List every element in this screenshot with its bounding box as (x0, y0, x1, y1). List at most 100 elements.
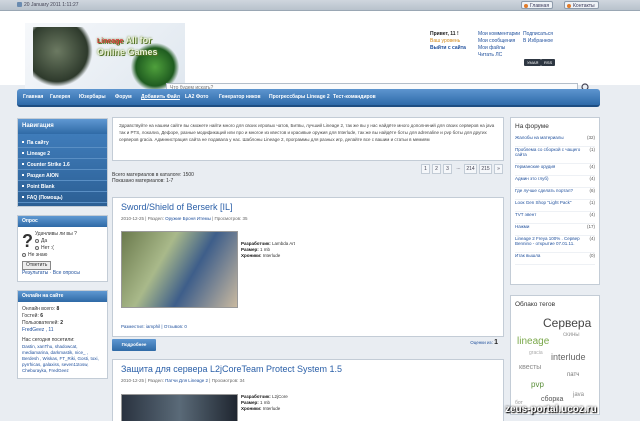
menu-item-aion[interactable]: Раздел AION (18, 170, 107, 181)
post-category-link[interactable]: Оружие Броня Итемы (165, 216, 211, 221)
forum-topic[interactable]: Нажми (17) (515, 224, 595, 236)
menu-item-faq[interactable]: FAQ (Помощь) (18, 192, 107, 203)
feed-button-1[interactable]: УМАЯ (524, 59, 542, 66)
post-title[interactable]: Защита для сервера L2jCoreTeam Protect S… (121, 364, 342, 374)
page-ellipsis: ... (456, 165, 461, 171)
tag-link[interactable]: скины (563, 332, 580, 338)
menu-item-site[interactable]: Па сайту (18, 137, 107, 148)
online-body: Онлайн всего: 8 Гостей: 6 Пользователей:… (18, 302, 107, 378)
post-category-link[interactable]: Патчи Для Lineage 2 (165, 378, 208, 383)
today-visitors-list[interactable]: Dastin, xanThu, shadowcat, mediamarina, … (22, 344, 103, 374)
page-1[interactable]: 1 (421, 164, 430, 174)
nav-nick-generator[interactable]: Генератор ников (219, 94, 261, 100)
poll-question: Удачливы ли вы ? (35, 231, 77, 237)
page-3[interactable]: 3 (443, 164, 452, 174)
today-label: Нас сегодня посетили: (22, 337, 75, 343)
radio-no[interactable] (35, 245, 39, 250)
tag-link[interactable]: lineage (517, 336, 549, 347)
rating-info: Оценки из: 1 (470, 339, 498, 346)
my-files-link[interactable]: Мои файлы (478, 45, 520, 52)
forum-topic[interactable]: Итак вышла (0) (515, 253, 595, 265)
forum-topic-count: (17) (586, 224, 595, 229)
nav-progressbars[interactable]: Прогрессбары Lineage 2 (269, 94, 330, 100)
page-215[interactable]: 215 (479, 164, 492, 174)
forum-topic-count: (6) (589, 188, 596, 193)
my-messages-link[interactable]: Мои сообщения (478, 38, 520, 45)
forum-title: На форуме (515, 123, 549, 130)
forum-topic-title: Германские орудия (515, 164, 556, 169)
menu-item-point-blank[interactable]: Point Blank (18, 181, 107, 192)
poll-results-link[interactable]: Результаты · Все опросы (22, 270, 103, 277)
poll-title: Опрос (18, 216, 107, 227)
tag-link[interactable]: gracia (529, 350, 543, 356)
tag-link[interactable]: квесты (519, 364, 541, 371)
post-meta: 2010-12-25 | Раздел: Оружие Броня Итемы … (121, 216, 248, 221)
read-more-button[interactable]: Подробнее (112, 339, 156, 351)
tag-link[interactable]: java (573, 392, 584, 398)
nav-home[interactable]: Главная (23, 94, 43, 100)
subscribe-link[interactable]: Подписаться (523, 31, 553, 38)
post-footer: Разместил: iamphil | Отзывов: 0 (121, 324, 187, 329)
center-column: Здравствуйте на нашем сайте вы сможете н… (112, 117, 504, 421)
right-column: На форуме Жалобы на материалы (32) Проблем… (510, 117, 600, 415)
mail-icon (567, 4, 571, 8)
poll-option-dunno[interactable]: Не знаю (22, 252, 103, 259)
forum-topic-count: (4) (589, 236, 596, 241)
online-total: 8 (56, 306, 60, 312)
post-info: Разработчик: L2jCore Размер: 1 mb Хроник… (241, 394, 288, 411)
rss-button[interactable]: RSS (541, 59, 556, 66)
forum-topic-count: (4) (589, 176, 596, 181)
radio-dunno[interactable] (22, 252, 26, 257)
logo-character-left (33, 27, 93, 87)
forum-topic[interactable]: TVT эвент (4) (515, 212, 595, 224)
post-info: Разработчик: Lambda Art Размер: 1 mb Хро… (241, 241, 296, 258)
tag-cloud-block: Облако тегов Сервера lineage interlude квес… (510, 295, 600, 415)
post-thumbnail[interactable] (121, 231, 238, 308)
nav-gallery[interactable]: Галерея (50, 94, 70, 100)
menu-item-lineage2[interactable]: Lineage 2 (18, 148, 107, 159)
menu-item-cs16[interactable]: Counter Strike 1.6 (18, 159, 107, 170)
nav-test[interactable]: Тест-командиров (333, 94, 376, 100)
nav-add-file[interactable]: Добавить Файл (141, 94, 180, 100)
forum-topic[interactable]: Германские орудия (4) (515, 164, 595, 176)
forum-topic-count: (1) (589, 147, 596, 152)
vote-button[interactable]: Ответить (22, 261, 52, 270)
poll-block: Опрос ? Удачливы ли вы ? Да Нет :( Не зн… (17, 215, 108, 282)
poll-option-no[interactable]: Нет :( (22, 245, 103, 252)
logout-link[interactable]: Выйти с сайта (430, 45, 466, 52)
page-2[interactable]: 2 (432, 164, 441, 174)
post-title[interactable]: Sword/Shield of Berserk [IL] (121, 202, 233, 212)
tag-link[interactable]: interlude (551, 352, 586, 362)
page-next[interactable]: » (494, 164, 503, 174)
nav-forum[interactable]: Форум (115, 94, 132, 100)
tag-link[interactable]: патч (567, 372, 579, 378)
radio-yes[interactable] (35, 238, 39, 243)
online-users-list[interactable]: FredGeez , 11 (22, 327, 103, 334)
forum-topic[interactable]: Lineage 2 Freya 100% . Сервер Bennino - … (515, 236, 595, 253)
forum-topic[interactable]: Жалобы на материалы (32) (515, 135, 595, 147)
totals: Всего материалов в каталоге: 1500 Показа… (112, 172, 194, 184)
contacts-button[interactable]: Контакты (564, 1, 599, 9)
forum-list: Жалобы на материалы (32) Проблема со сборк… (515, 135, 595, 265)
post-thumbnail[interactable] (121, 394, 238, 421)
forum-topic-count: (4) (589, 212, 596, 217)
forum-topic[interactable]: Проблема со сборкой с чащего сайта (1) (515, 147, 595, 164)
forum-topic[interactable]: Админ это глуб) (4) (515, 176, 595, 188)
favorites-link[interactable]: В Избранное (523, 38, 553, 45)
forum-topic[interactable]: Looк Gen Shop "Light Pack" (1) (515, 200, 595, 212)
read-pm-link[interactable]: Читать ЛС (478, 52, 520, 59)
nav-la2-photo[interactable]: LA2 Фото (185, 94, 208, 100)
tag-link[interactable]: Сервера (543, 316, 591, 330)
my-comments-link[interactable]: Мои комментарии (478, 31, 520, 38)
forum-topic-title: Нажми (515, 224, 530, 229)
nav-userbars[interactable]: Юзербары (79, 94, 106, 100)
page-214[interactable]: 214 (464, 164, 477, 174)
forum-topic[interactable]: Где лучше сделать портал? (6) (515, 188, 595, 200)
home-button[interactable]: Главная (521, 1, 554, 9)
user-group-link[interactable]: Ваш уровень (430, 38, 460, 44)
totals-shown: Показано материалов: 1-7 (112, 178, 174, 184)
tag-link[interactable]: сборка (541, 396, 563, 403)
current-date: 20 January 2011 1:11:27 (24, 2, 79, 8)
tag-link[interactable]: pvp (531, 380, 544, 389)
poll-option-yes[interactable]: Да (22, 238, 103, 245)
